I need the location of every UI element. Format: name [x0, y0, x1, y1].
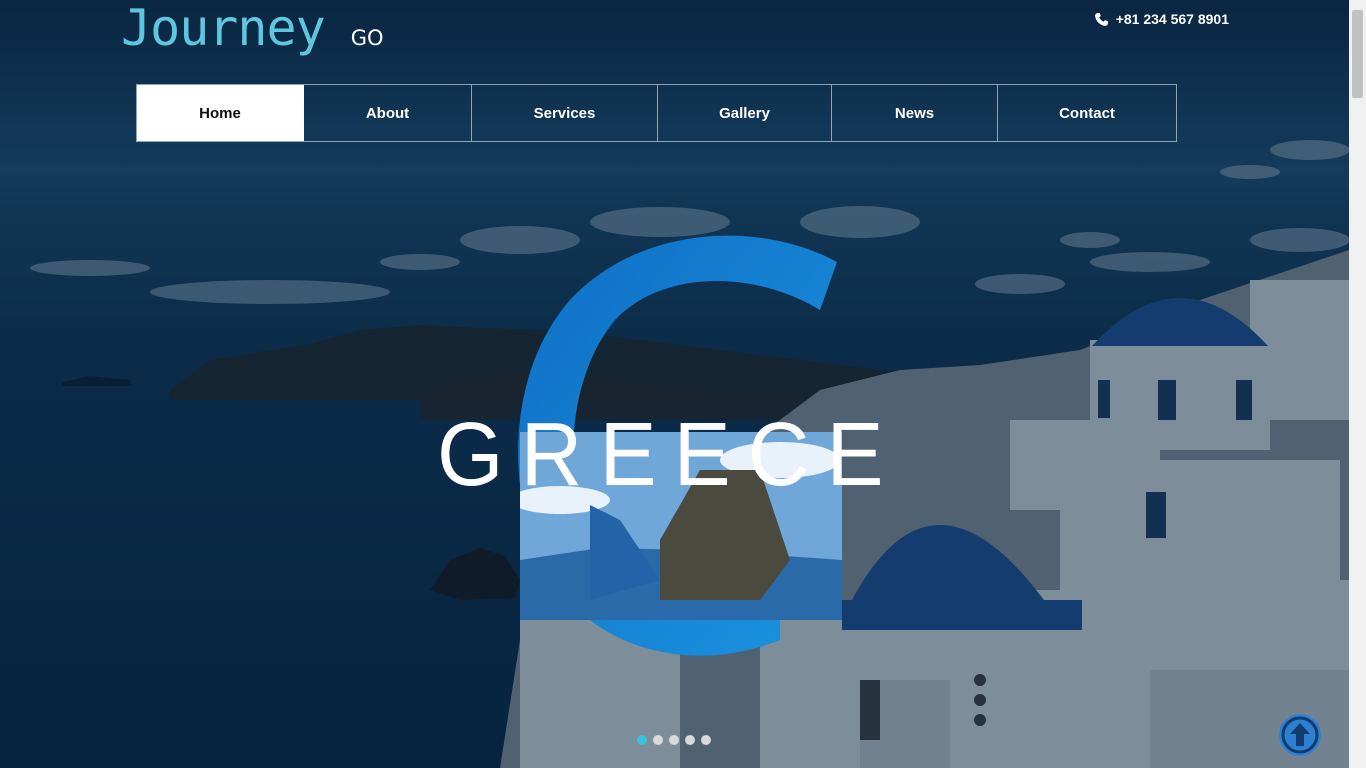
nav-item-home[interactable]: Home [137, 85, 304, 141]
logo-text: Journey [121, 0, 326, 57]
main-nav: Home About Services Gallery News Contact [136, 84, 1177, 142]
nav-item-news[interactable]: News [832, 85, 998, 141]
slider-dot-1[interactable] [637, 735, 647, 745]
phone-icon [1094, 12, 1109, 27]
phone-contact[interactable]: +81 234 567 8901 [1094, 11, 1229, 27]
page: Journey GO +81 234 567 8901 Home About S… [0, 0, 1366, 768]
page-scrollbar[interactable] [1349, 0, 1366, 768]
nav-item-contact[interactable]: Contact [998, 85, 1176, 141]
phone-number: +81 234 567 8901 [1115, 11, 1229, 27]
nav-item-services[interactable]: Services [472, 85, 658, 141]
nav-item-gallery[interactable]: Gallery [658, 85, 832, 141]
slider-dot-2[interactable] [653, 735, 663, 745]
logo-suffix: GO [350, 26, 384, 50]
site-logo[interactable]: Journey GO [121, 0, 384, 60]
slider-dot-4[interactable] [685, 735, 695, 745]
slider-dot-5[interactable] [701, 735, 711, 745]
scrollbar-thumb[interactable] [1352, 10, 1363, 98]
slider-dots [637, 735, 711, 745]
hero-title: GREECE [437, 405, 901, 505]
slider-dot-3[interactable] [669, 735, 679, 745]
back-to-top-button[interactable] [1279, 714, 1321, 756]
nav-item-about[interactable]: About [304, 85, 472, 141]
arrow-up-icon [1279, 714, 1321, 756]
